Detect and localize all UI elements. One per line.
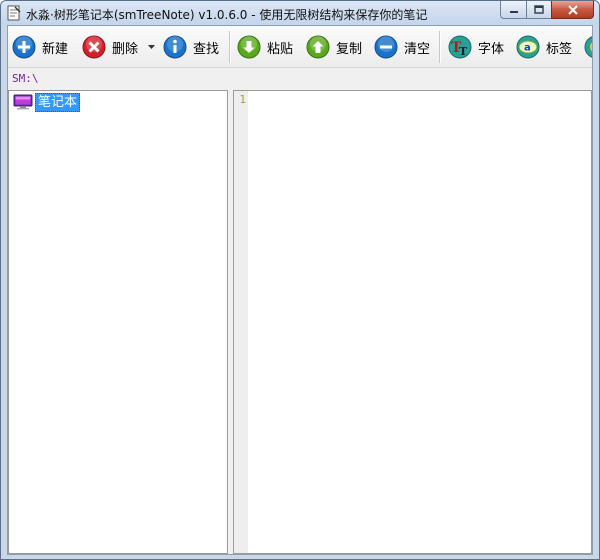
minimize-icon: [509, 10, 518, 13]
font-button[interactable]: T T 字体: [448, 34, 504, 60]
note-tree[interactable]: 笔记本: [8, 90, 228, 554]
find-button-label: 查找: [193, 41, 220, 57]
minimize-button[interactable]: [500, 1, 526, 19]
toolbar-separator: [229, 31, 231, 63]
copy-button-label: 复制: [336, 41, 363, 57]
paste-button-label: 粘贴: [267, 41, 294, 57]
title-bar[interactable]: 水淼·树形笔记本(smTreeNote) v1.0.6.0 - 使用无限树结构来…: [1, 1, 599, 25]
delete-button-label: 删除: [112, 41, 139, 57]
font-button-label: 字体: [478, 41, 505, 57]
tree-node-root[interactable]: 笔记本: [13, 92, 81, 112]
minus-circle-icon: [374, 35, 398, 59]
app-window: 水淼·树形笔记本(smTreeNote) v1.0.6.0 - 使用无限树结构来…: [0, 0, 600, 560]
client-area: 新建 删除 查找 粘贴 复制 清空 T T 字体 a 标签 SM:\ 笔记本 1: [7, 25, 593, 555]
delete-button[interactable]: 删除: [82, 34, 138, 60]
line-number-gutter: 1: [234, 91, 248, 553]
window-bottom-edge: [7, 555, 593, 559]
tag-button[interactable]: a 标签: [516, 34, 572, 60]
path-bar: SM:\: [8, 69, 592, 89]
current-path: SM:\: [12, 72, 39, 85]
tree-node-label: 笔记本: [35, 92, 81, 112]
svg-text:T: T: [459, 45, 468, 58]
chevron-down-icon[interactable]: [148, 45, 155, 49]
find-button[interactable]: 查找: [163, 34, 219, 60]
new-button[interactable]: 新建: [12, 34, 68, 60]
clear-button-label: 清空: [404, 41, 431, 57]
font-icon: T T: [448, 35, 472, 59]
notepad-icon: [7, 5, 21, 21]
window-controls: [500, 1, 594, 20]
close-button[interactable]: [551, 1, 594, 19]
info-circle-icon: [163, 35, 187, 59]
toolbar: 新建 删除 查找 粘贴 复制 清空 T T 字体 a 标签: [8, 26, 592, 68]
editor-text-area[interactable]: [248, 91, 591, 553]
monitor-icon: [13, 94, 33, 110]
plus-circle-icon: [12, 35, 36, 59]
toolbar-separator: [439, 31, 441, 63]
overflow-icon[interactable]: [584, 35, 592, 59]
clear-button[interactable]: 清空: [374, 34, 430, 60]
maximize-button[interactable]: [526, 1, 551, 19]
new-button-label: 新建: [42, 41, 69, 57]
svg-text:a: a: [524, 43, 531, 54]
maximize-icon: [534, 5, 544, 14]
tag-button-label: 标签: [546, 41, 573, 57]
paste-button[interactable]: 粘贴: [237, 34, 293, 60]
copy-button[interactable]: 复制: [306, 34, 362, 60]
note-editor: 1: [233, 90, 592, 554]
line-number: 1: [239, 93, 246, 106]
tag-icon: a: [516, 35, 540, 59]
close-icon: [567, 4, 578, 15]
arrow-up-circle-icon: [306, 35, 330, 59]
x-circle-icon: [82, 35, 106, 59]
arrow-down-circle-icon: [237, 35, 261, 59]
window-title: 水淼·树形笔记本(smTreeNote) v1.0.6.0 - 使用无限树结构来…: [26, 8, 428, 22]
